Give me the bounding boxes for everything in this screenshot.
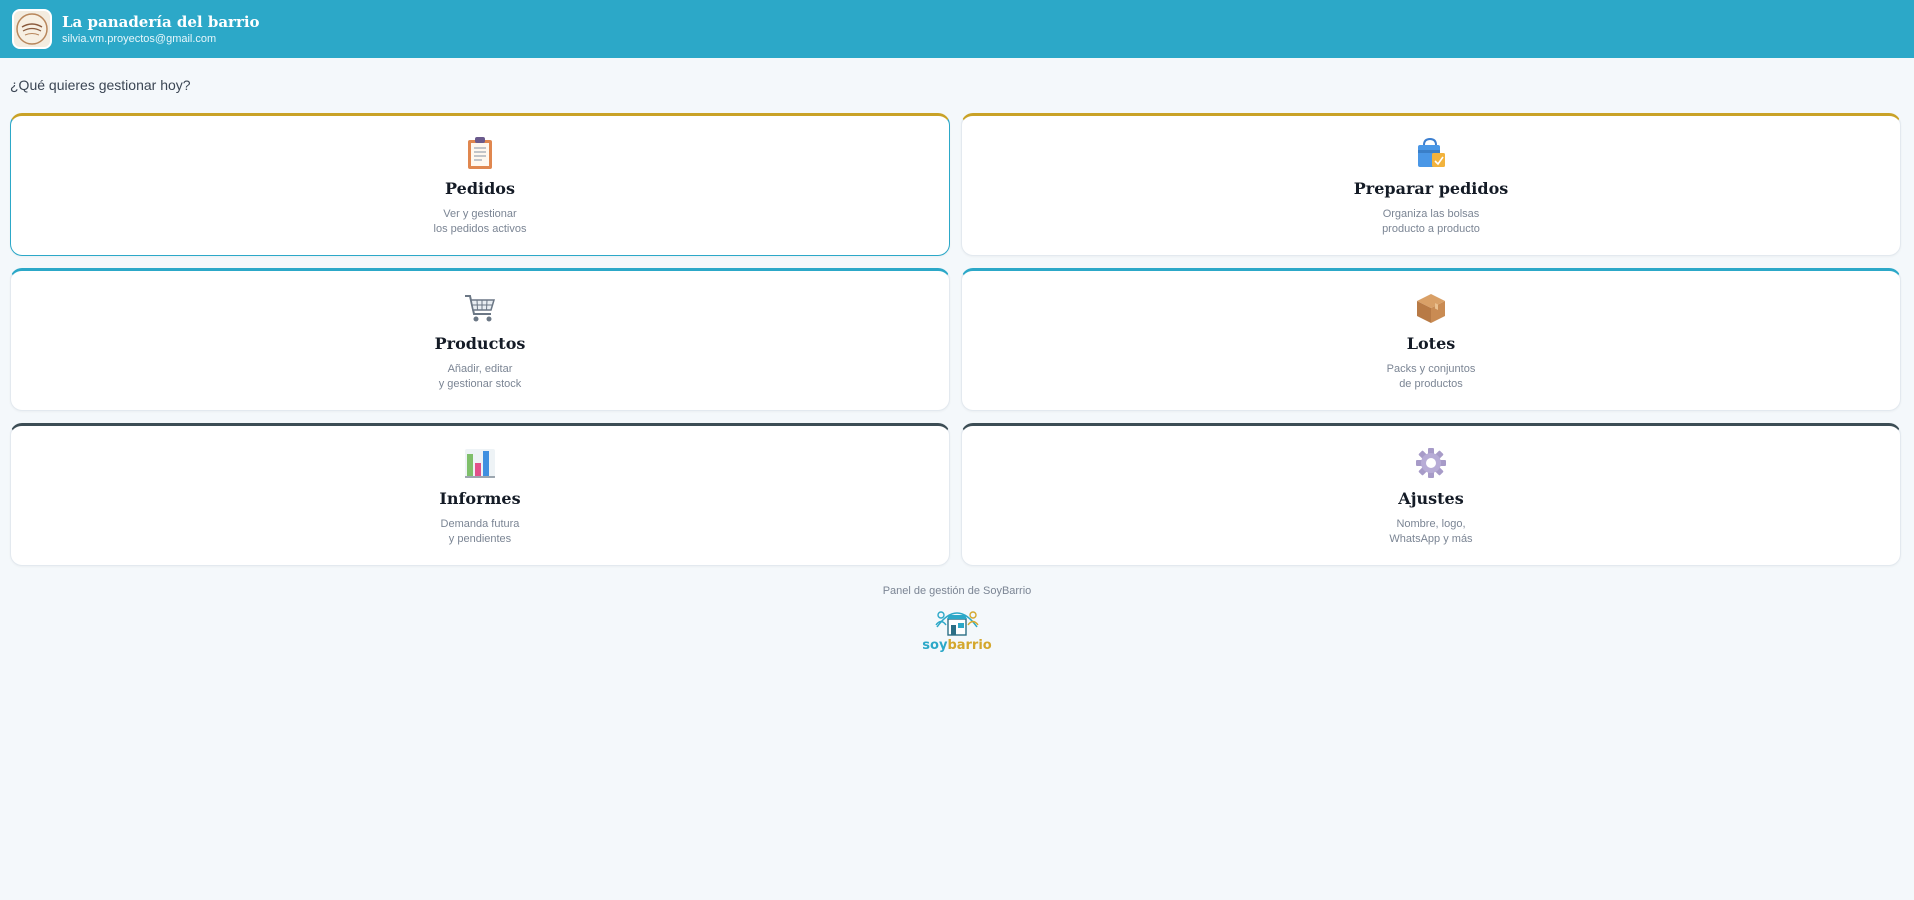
brand-barrio: barrio [947, 638, 992, 653]
card-description: Organiza las bolsas producto a producto [1382, 207, 1480, 237]
card-ajustes[interactable]: Ajustes Nombre, logo, WhatsApp y más [961, 423, 1901, 566]
store-logo[interactable] [12, 9, 52, 49]
card-description: Ver y gestionar los pedidos activos [434, 207, 527, 237]
card-title: Ajustes [1398, 489, 1464, 508]
card-title: Lotes [1406, 334, 1456, 353]
card-title: Preparar pedidos [1353, 179, 1509, 198]
card-informes[interactable]: Informes Demanda futura y pendientes [10, 423, 950, 566]
store-logo-icon [16, 13, 48, 45]
page-question: ¿Qué quieres gestionar hoy? [10, 77, 191, 93]
card-desc-line: los pedidos activos [433, 223, 527, 235]
footer-text: Panel de gestión de SoyBarrio [882, 585, 1032, 597]
brand-soy: soy [922, 638, 948, 653]
card-desc-line: producto a producto [1382, 223, 1480, 235]
cart-icon [463, 291, 497, 325]
card-desc-line: Ver y gestionar [443, 208, 517, 220]
card-desc-line: Nombre, logo, [1396, 518, 1466, 530]
card-description: Demanda futura y pendientes [441, 517, 520, 547]
header-text: La panadería del barrio silvia.vm.proyec… [62, 12, 260, 46]
menu-grid: Pedidos Ver y gestionar los pedidos acti… [10, 113, 1901, 566]
card-desc-line: Organiza las bolsas [1382, 208, 1480, 220]
card-title: Productos [434, 334, 526, 353]
page-footer: Panel de gestión de SoyBarrio soybarrio [0, 585, 1914, 657]
card-lotes[interactable]: Lotes Packs y conjuntos de productos [961, 268, 1901, 411]
store-email: silvia.vm.proyectos@gmail.com [62, 33, 217, 45]
card-title: Informes [439, 489, 521, 508]
card-productos[interactable]: Productos Añadir, editar y gestionar sto… [10, 268, 950, 411]
store-name: La panadería del barrio [62, 13, 260, 31]
card-title: Pedidos [445, 179, 515, 198]
card-desc-line: Packs y conjuntos [1386, 363, 1476, 375]
card-desc-line: Añadir, editar [447, 363, 513, 375]
gear-icon [1414, 446, 1448, 480]
soybarrio-logo: soybarrio [922, 605, 992, 657]
card-preparar-pedidos[interactable]: Preparar pedidos Organiza las bolsas pro… [961, 113, 1901, 256]
brand-wordmark: soybarrio [922, 639, 991, 653]
box-icon [1414, 291, 1448, 325]
app-header: La panadería del barrio silvia.vm.proyec… [0, 0, 1914, 58]
card-description: Nombre, logo, WhatsApp y más [1389, 517, 1472, 547]
soybarrio-logo-icon [935, 611, 979, 636]
card-desc-line: WhatsApp y más [1389, 533, 1473, 545]
card-pedidos[interactable]: Pedidos Ver y gestionar los pedidos acti… [10, 113, 950, 256]
shopping-bag-icon [1414, 136, 1448, 170]
card-desc-line: Demanda futura [440, 518, 520, 530]
card-description: Packs y conjuntos de productos [1387, 362, 1476, 392]
card-desc-line: y pendientes [448, 533, 512, 545]
bar-chart-icon [463, 446, 497, 480]
card-desc-line: de productos [1399, 378, 1463, 390]
clipboard-icon [463, 136, 497, 170]
card-desc-line: y gestionar stock [438, 378, 522, 390]
card-description: Añadir, editar y gestionar stock [439, 362, 522, 392]
